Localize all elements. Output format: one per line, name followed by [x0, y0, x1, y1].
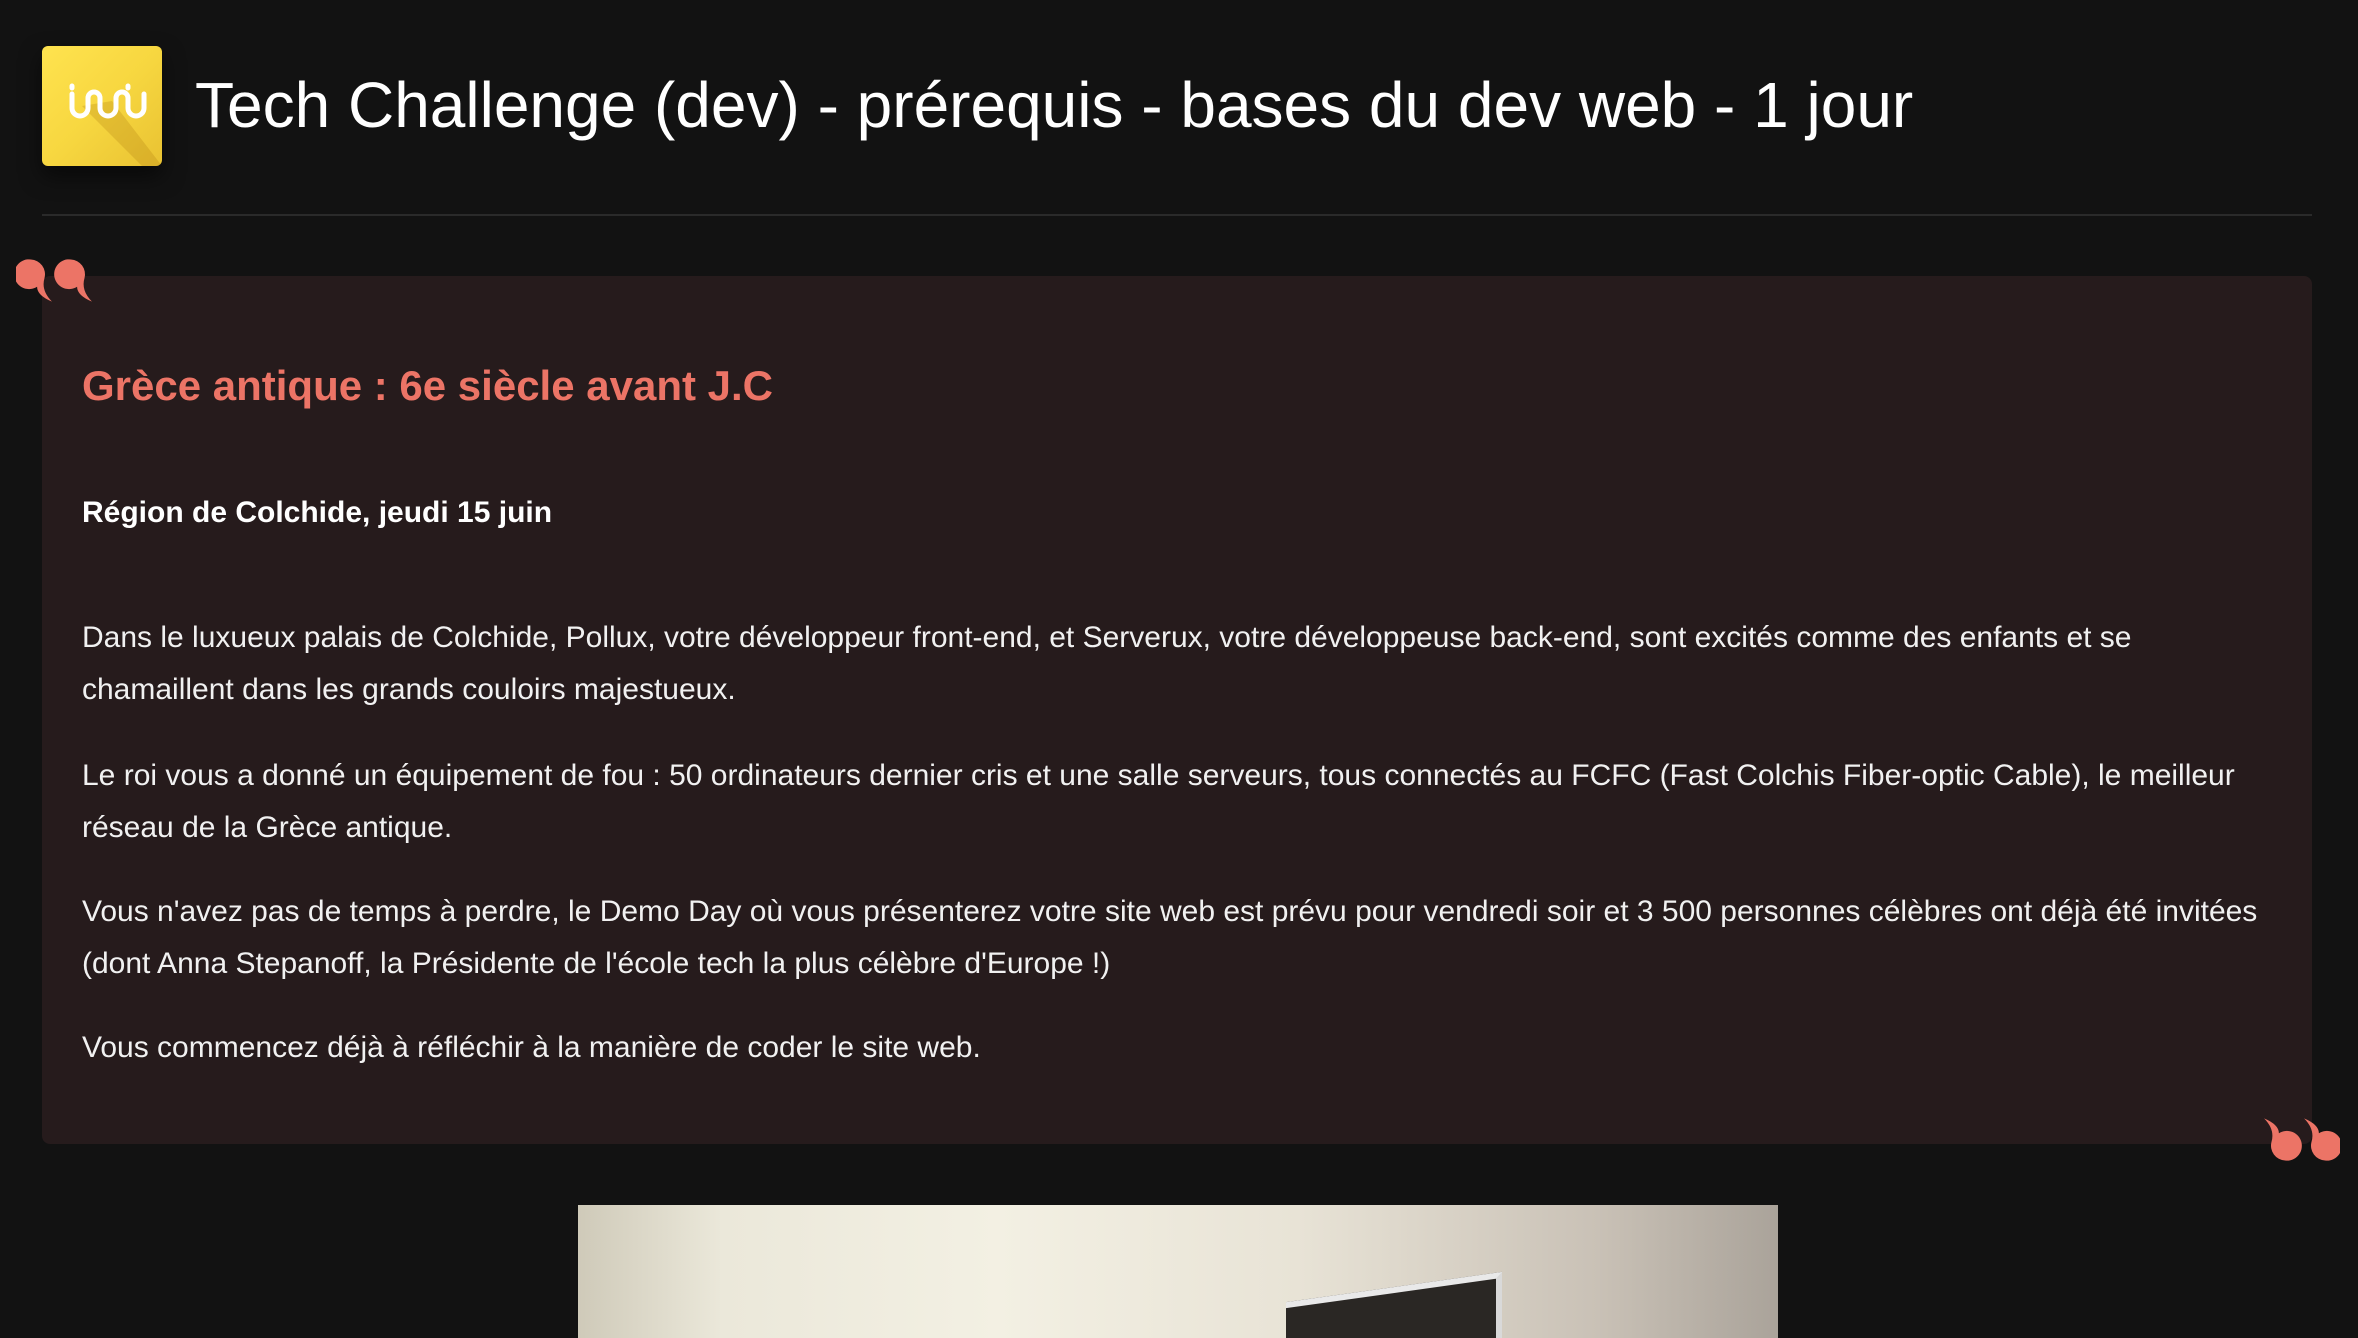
wave-logo-icon[interactable] — [42, 46, 162, 166]
story-paragraph: Dans le luxueux palais de Colchide, Poll… — [82, 621, 2132, 706]
story-paragraph: Vous n'avez pas de temps à perdre, le De… — [82, 895, 2258, 980]
story-subtitle: Région de Colchide, jeudi 15 juin — [82, 496, 553, 529]
story-paragraph: Vous commencez déjà à réfléchir à la man… — [82, 1031, 981, 1064]
page-title: Tech Challenge (dev) - prérequis - bases… — [195, 69, 1914, 141]
story-paragraph: Le roi vous a donné un équipement de fou… — [82, 759, 2235, 844]
open-quote-icon — [14, 252, 112, 332]
header-divider — [42, 214, 2312, 216]
photo-screen-shape — [1286, 1271, 1502, 1338]
story-title: Grèce antique : 6e siècle avant J.C — [82, 362, 773, 409]
story-photo — [578, 1205, 1778, 1338]
header: Tech Challenge (dev) - prérequis - bases… — [0, 0, 2358, 216]
close-quote-icon — [2244, 1088, 2342, 1168]
